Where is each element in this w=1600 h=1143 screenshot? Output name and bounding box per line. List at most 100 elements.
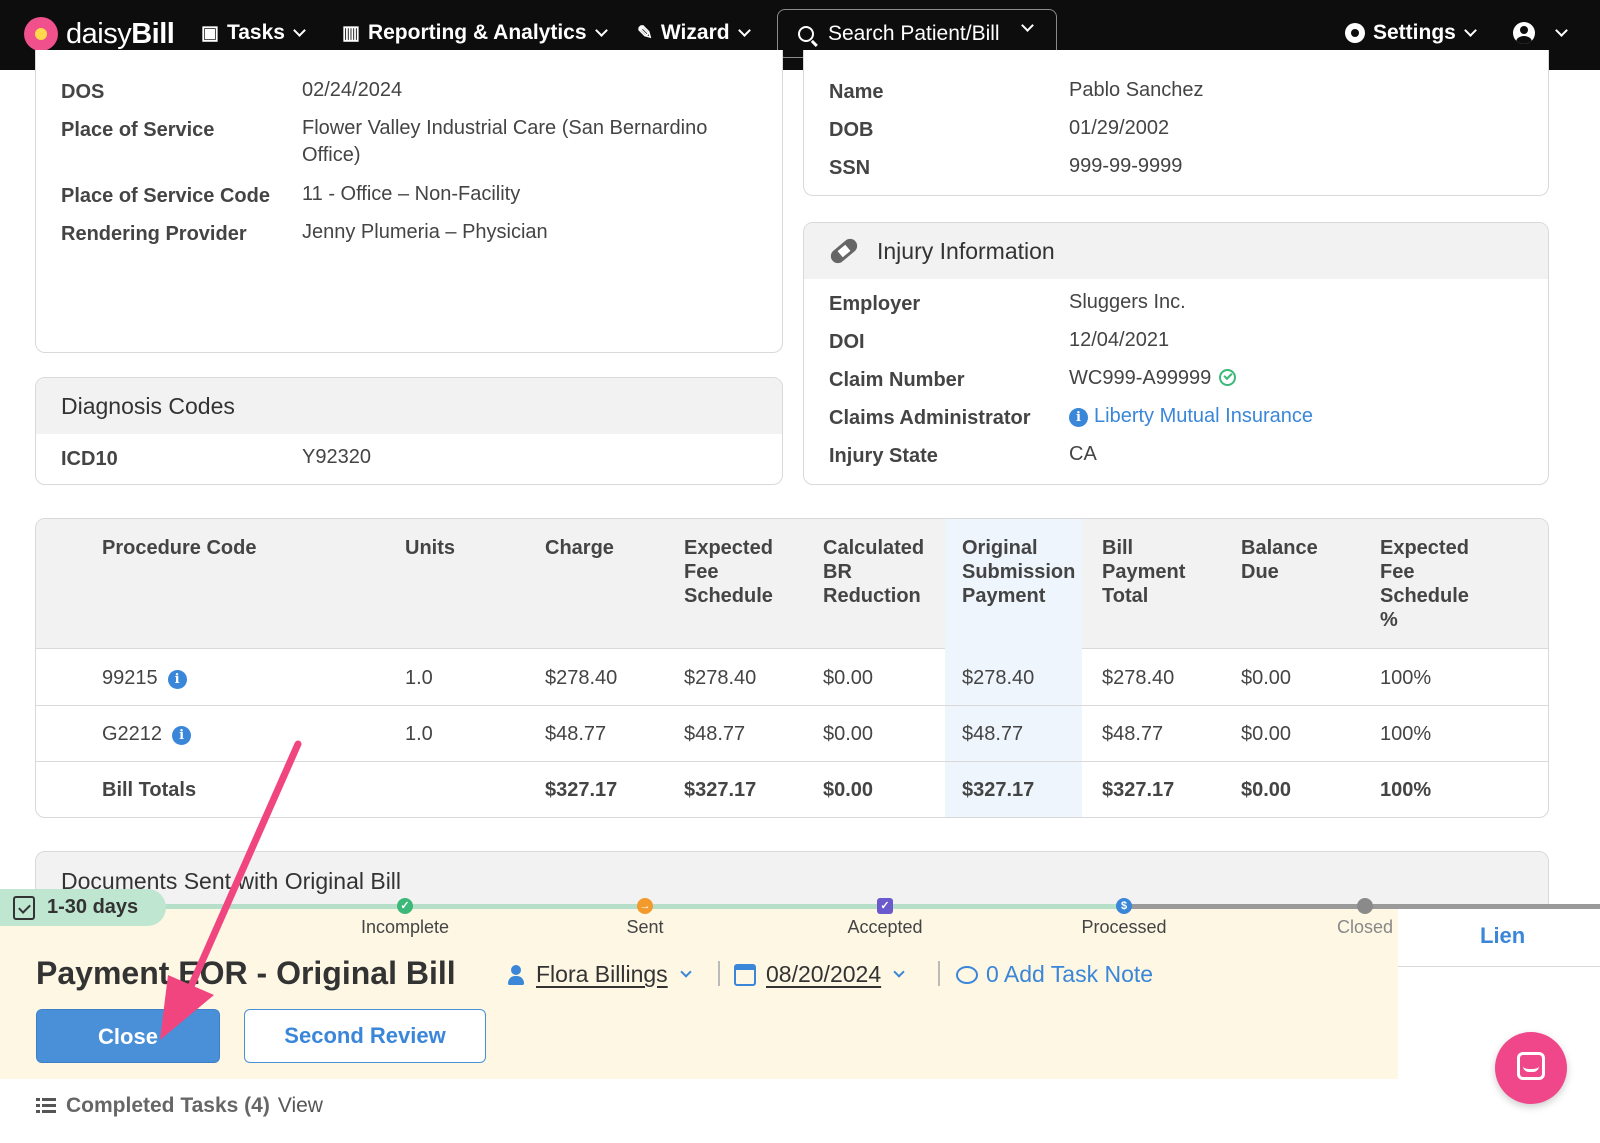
rendering-provider-value: Jenny Plumeria – Physician [302, 221, 548, 243]
total-cell: $0.00 [823, 779, 874, 801]
add-task-note-label[interactable]: 0 Add Task Note [986, 961, 1153, 988]
gear-icon [1345, 23, 1365, 43]
claim-number-label: Claim Number [829, 369, 965, 391]
procedure-table: Procedure Code Units Charge Expected Fee… [35, 518, 1549, 818]
daisy-icon [24, 17, 58, 51]
bill-totals-label: Bill Totals [102, 779, 197, 801]
table-row-1-code: 99215 i [102, 667, 187, 690]
col-expected-fee-schedule-pct[interactable]: Expected Fee Schedule % [1380, 536, 1490, 632]
chevron-down-icon [1021, 19, 1034, 32]
user-avatar-icon [1513, 22, 1535, 44]
table-cell: $278.40 [1102, 667, 1175, 689]
claims-admin-label: Claims Administrator [829, 407, 1031, 429]
chat-launcher-icon[interactable] [1495, 1032, 1567, 1104]
table-cell: $0.00 [1241, 723, 1292, 745]
total-cell: $0.00 [1241, 779, 1292, 801]
list-icon [36, 1098, 56, 1114]
doi-label: DOI [829, 331, 865, 353]
pos-code-value: 11 - Office – Non-Facility [302, 183, 521, 205]
patient-name-label: Name [829, 81, 884, 103]
diagnosis-title: Diagnosis Codes [36, 378, 782, 434]
employer-label: Employer [829, 293, 921, 315]
info-icon[interactable]: i [172, 726, 192, 745]
nav-reporting[interactable]: ▥ Reporting & Analytics [342, 21, 608, 45]
diagnosis-card: Diagnosis Codes ICD10 Y92320 [35, 377, 783, 485]
nav-wizard[interactable]: ✎ Wizard [637, 21, 751, 45]
clipboard-check-icon [13, 895, 35, 920]
injury-title: Injury Information [877, 237, 1055, 264]
col-expected-fee-schedule[interactable]: Expected Fee Schedule [684, 536, 794, 608]
col-charge[interactable]: Charge [545, 536, 614, 560]
bandage-icon [828, 235, 860, 267]
claim-number: WC999-A99999 [1069, 365, 1237, 392]
close-button[interactable]: Close [36, 1009, 220, 1063]
bar-chart-icon: ▥ [342, 22, 360, 44]
step-processed: $ Processed [1044, 898, 1204, 938]
step-label: Closed [1336, 917, 1394, 937]
patient-dob-value: 01/29/2002 [1069, 117, 1170, 139]
check-icon: ✓ [397, 898, 413, 914]
calendar-icon [734, 963, 756, 986]
magic-wand-icon: ✎ [637, 22, 653, 44]
dos-label: DOS [61, 81, 105, 103]
table-cell: 1.0 [405, 667, 433, 689]
assignee-name[interactable]: Flora Billings [536, 961, 668, 988]
rendering-provider-label: Rendering Provider [61, 223, 247, 245]
nav-tasks[interactable]: ▣ Tasks [201, 21, 306, 45]
injury-state-value: CA [1069, 443, 1097, 465]
nav-reporting-label: Reporting & Analytics [367, 21, 587, 44]
nav-tasks-label: Tasks [226, 21, 285, 44]
daisybill-logo[interactable]: daisyBill [24, 17, 175, 51]
chevron-down-icon [1463, 23, 1477, 37]
total-cell: $327.17 [1102, 779, 1175, 801]
col-balance-due[interactable]: Balance Due [1241, 536, 1341, 584]
step-closed: Closed [1285, 898, 1445, 938]
icd10-value: Y92320 [302, 446, 371, 468]
step-label: Sent [626, 917, 664, 937]
step-accepted: ✓ Accepted [805, 898, 965, 938]
claims-admin-value[interactable]: Liberty Mutual Insurance [1094, 405, 1313, 427]
col-units[interactable]: Units [405, 536, 455, 560]
due-date-value[interactable]: 08/20/2024 [766, 961, 881, 988]
table-cell: 100% [1380, 667, 1432, 689]
view-link[interactable]: View [278, 1094, 323, 1118]
table-cell: $278.40 [684, 667, 757, 689]
lien-tab[interactable]: Lien [1480, 923, 1525, 949]
col-procedure-code[interactable]: Procedure Code [102, 536, 256, 560]
col-bill-payment-total[interactable]: Bill Payment Total [1102, 536, 1202, 608]
table-row-2-code: G2212 i [102, 723, 192, 746]
user-menu[interactable] [1513, 22, 1568, 44]
table-cell: $278.40 [545, 667, 618, 689]
injury-state-label: Injury State [829, 445, 938, 467]
step-incomplete: ✓ Incomplete [325, 898, 485, 938]
completed-tasks[interactable]: Completed Tasks (4) View [36, 1094, 323, 1118]
step-label: Incomplete [360, 917, 450, 937]
dollar-icon: $ [1116, 898, 1132, 914]
due-date-dropdown[interactable]: 08/20/2024 [734, 961, 905, 988]
chevron-down-icon [893, 965, 905, 978]
employer-value: Sluggers Inc. [1069, 291, 1186, 313]
second-review-button[interactable]: Second Review [244, 1009, 486, 1063]
doi-value: 12/04/2021 [1069, 329, 1170, 351]
search-icon [798, 25, 814, 42]
claims-admin-link[interactable]: i Liberty Mutual Insurance [1069, 403, 1313, 430]
table-cell: $48.77 [684, 723, 746, 745]
step-sent: → Sent [565, 898, 725, 938]
injury-card-header: Injury Information [804, 223, 1548, 279]
chevron-down-icon [594, 23, 608, 37]
assignee-dropdown[interactable]: Flora Billings [508, 961, 692, 988]
claim-number-value: WC999-A99999 [1069, 367, 1212, 389]
info-icon[interactable]: i [1069, 408, 1088, 427]
logo-text-daisy: daisy [66, 17, 132, 50]
table-cell: $0.00 [823, 667, 874, 689]
procedure-code-value: 99215 [102, 667, 158, 689]
col-original-submission-payment[interactable]: Original Submission Payment [962, 536, 1078, 608]
info-icon[interactable]: i [167, 670, 187, 689]
add-task-note-link[interactable]: 0 Add Task Note [956, 961, 1153, 988]
verified-check-icon [1219, 369, 1237, 386]
nav-settings[interactable]: Settings [1345, 21, 1477, 45]
col-calculated-br-reduction[interactable]: Calculated BR Reduction [823, 536, 935, 608]
row-divider [36, 705, 1548, 706]
dos-value: 02/24/2024 [302, 79, 403, 101]
total-cell: $327.17 [962, 779, 1035, 801]
